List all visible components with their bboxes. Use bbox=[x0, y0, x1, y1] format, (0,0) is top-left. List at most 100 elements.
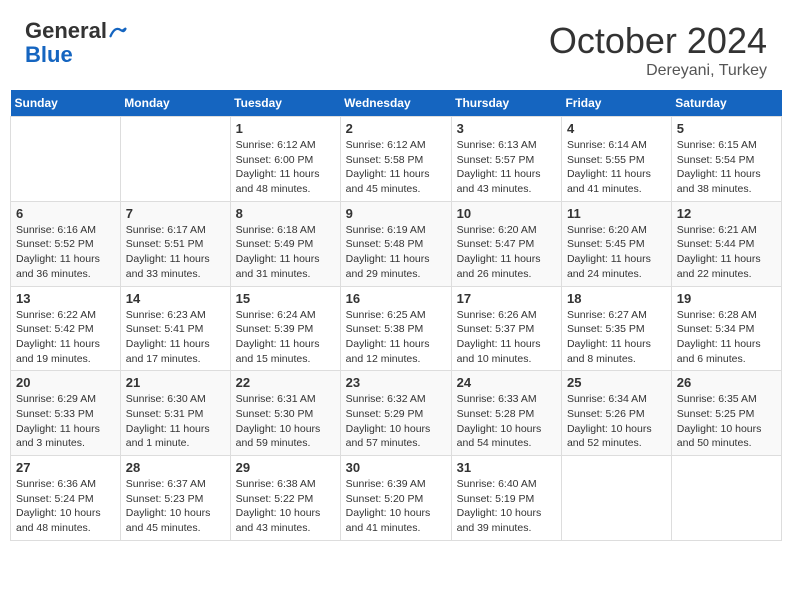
calendar-cell: 31 Sunrise: 6:40 AMSunset: 5:19 PMDayligh… bbox=[451, 456, 561, 541]
logo: General Blue bbox=[25, 20, 127, 68]
calendar-cell: 3 Sunrise: 6:13 AMSunset: 5:57 PMDaylight… bbox=[451, 117, 561, 202]
day-number: 5 bbox=[677, 121, 776, 136]
day-info: Sunrise: 6:12 AMSunset: 6:00 PMDaylight:… bbox=[236, 138, 335, 197]
calendar-cell: 21 Sunrise: 6:30 AMSunset: 5:31 PMDayligh… bbox=[120, 371, 230, 456]
calendar-cell: 14 Sunrise: 6:23 AMSunset: 5:41 PMDayligh… bbox=[120, 286, 230, 371]
calendar-cell: 29Sunrise: 6:38 AMSunset: 5:22 PMDayligh… bbox=[230, 456, 340, 541]
day-info: Sunrise: 6:21 AMSunset: 5:44 PMDaylight:… bbox=[677, 223, 776, 282]
calendar-cell bbox=[11, 117, 121, 202]
calendar-cell: 20 Sunrise: 6:29 AMSunset: 5:33 PMDayligh… bbox=[11, 371, 121, 456]
day-info: Sunrise: 6:20 AMSunset: 5:47 PMDaylight:… bbox=[457, 223, 556, 282]
col-header-friday: Friday bbox=[561, 90, 671, 117]
day-number: 11 bbox=[567, 206, 666, 221]
day-info: Sunrise: 6:22 AMSunset: 5:42 PMDaylight:… bbox=[16, 308, 115, 367]
calendar-cell: 16 Sunrise: 6:25 AMSunset: 5:38 PMDayligh… bbox=[340, 286, 451, 371]
calendar-cell: 24 Sunrise: 6:33 AMSunset: 5:28 PMDayligh… bbox=[451, 371, 561, 456]
day-info: Sunrise: 6:26 AMSunset: 5:37 PMDaylight:… bbox=[457, 308, 556, 367]
day-info: Sunrise: 6:37 AMSunset: 5:23 PMDaylight:… bbox=[126, 477, 225, 536]
calendar-cell: 2Sunrise: 6:12 AMSunset: 5:58 PMDaylight… bbox=[340, 117, 451, 202]
day-number: 1 bbox=[236, 121, 335, 136]
calendar-cell: 7 Sunrise: 6:17 AMSunset: 5:51 PMDaylight… bbox=[120, 201, 230, 286]
day-info: Sunrise: 6:35 AMSunset: 5:25 PMDaylight:… bbox=[677, 392, 776, 451]
day-info: Sunrise: 6:31 AMSunset: 5:30 PMDaylight:… bbox=[236, 392, 335, 451]
day-number: 6 bbox=[16, 206, 115, 221]
calendar-cell: 5 Sunrise: 6:15 AMSunset: 5:54 PMDaylight… bbox=[671, 117, 781, 202]
day-number: 25 bbox=[567, 375, 666, 390]
day-info: Sunrise: 6:23 AMSunset: 5:41 PMDaylight:… bbox=[126, 308, 225, 367]
col-header-wednesday: Wednesday bbox=[340, 90, 451, 117]
calendar-week-row: 6 Sunrise: 6:16 AMSunset: 5:52 PMDaylight… bbox=[11, 201, 782, 286]
calendar-cell: 23 Sunrise: 6:32 AMSunset: 5:29 PMDayligh… bbox=[340, 371, 451, 456]
day-info: Sunrise: 6:15 AMSunset: 5:54 PMDaylight:… bbox=[677, 138, 776, 197]
day-number: 19 bbox=[677, 291, 776, 306]
day-number: 9 bbox=[346, 206, 446, 221]
day-number: 7 bbox=[126, 206, 225, 221]
day-number: 4 bbox=[567, 121, 666, 136]
day-info: Sunrise: 6:20 AMSunset: 5:45 PMDaylight:… bbox=[567, 223, 666, 282]
day-info: Sunrise: 6:28 AMSunset: 5:34 PMDaylight:… bbox=[677, 308, 776, 367]
day-info: Sunrise: 6:14 AMSunset: 5:55 PMDaylight:… bbox=[567, 138, 666, 197]
calendar-week-row: 27 Sunrise: 6:36 AMSunset: 5:24 PMDayligh… bbox=[11, 456, 782, 541]
calendar-header-row: SundayMondayTuesdayWednesdayThursdayFrid… bbox=[11, 90, 782, 117]
title-block: October 2024 Dereyani, Turkey bbox=[549, 20, 767, 80]
day-info: Sunrise: 6:34 AMSunset: 5:26 PMDaylight:… bbox=[567, 392, 666, 451]
day-info: Sunrise: 6:27 AMSunset: 5:35 PMDaylight:… bbox=[567, 308, 666, 367]
day-number: 14 bbox=[126, 291, 225, 306]
calendar-week-row: 20 Sunrise: 6:29 AMSunset: 5:33 PMDayligh… bbox=[11, 371, 782, 456]
day-number: 27 bbox=[16, 460, 115, 475]
day-number: 10 bbox=[457, 206, 556, 221]
day-info: Sunrise: 6:16 AMSunset: 5:52 PMDaylight:… bbox=[16, 223, 115, 282]
calendar-cell: 28Sunrise: 6:37 AMSunset: 5:23 PMDayligh… bbox=[120, 456, 230, 541]
calendar-cell: 17Sunrise: 6:26 AMSunset: 5:37 PMDayligh… bbox=[451, 286, 561, 371]
day-info: Sunrise: 6:24 AMSunset: 5:39 PMDaylight:… bbox=[236, 308, 335, 367]
col-header-saturday: Saturday bbox=[671, 90, 781, 117]
day-info: Sunrise: 6:40 AMSunset: 5:19 PMDaylight:… bbox=[457, 477, 556, 536]
day-info: Sunrise: 6:30 AMSunset: 5:31 PMDaylight:… bbox=[126, 392, 225, 451]
day-info: Sunrise: 6:32 AMSunset: 5:29 PMDaylight:… bbox=[346, 392, 446, 451]
calendar-cell: 25 Sunrise: 6:34 AMSunset: 5:26 PMDayligh… bbox=[561, 371, 671, 456]
calendar-cell: 11 Sunrise: 6:20 AMSunset: 5:45 PMDayligh… bbox=[561, 201, 671, 286]
day-info: Sunrise: 6:13 AMSunset: 5:57 PMDaylight:… bbox=[457, 138, 556, 197]
day-info: Sunrise: 6:29 AMSunset: 5:33 PMDaylight:… bbox=[16, 392, 115, 451]
logo-icon bbox=[109, 22, 127, 40]
calendar-cell: 8Sunrise: 6:18 AMSunset: 5:49 PMDaylight… bbox=[230, 201, 340, 286]
day-number: 31 bbox=[457, 460, 556, 475]
day-number: 3 bbox=[457, 121, 556, 136]
day-number: 21 bbox=[126, 375, 225, 390]
day-number: 20 bbox=[16, 375, 115, 390]
day-number: 2 bbox=[346, 121, 446, 136]
day-number: 15 bbox=[236, 291, 335, 306]
day-info: Sunrise: 6:38 AMSunset: 5:22 PMDaylight:… bbox=[236, 477, 335, 536]
calendar-cell: 1 Sunrise: 6:12 AMSunset: 6:00 PMDaylight… bbox=[230, 117, 340, 202]
calendar-cell: 6 Sunrise: 6:16 AMSunset: 5:52 PMDaylight… bbox=[11, 201, 121, 286]
calendar-cell: 9Sunrise: 6:19 AMSunset: 5:48 PMDaylight… bbox=[340, 201, 451, 286]
location: Dereyani, Turkey bbox=[549, 62, 767, 80]
day-number: 30 bbox=[346, 460, 446, 475]
day-info: Sunrise: 6:33 AMSunset: 5:28 PMDaylight:… bbox=[457, 392, 556, 451]
calendar-cell: 10 Sunrise: 6:20 AMSunset: 5:47 PMDayligh… bbox=[451, 201, 561, 286]
calendar-cell bbox=[671, 456, 781, 541]
day-info: Sunrise: 6:36 AMSunset: 5:24 PMDaylight:… bbox=[16, 477, 115, 536]
day-number: 13 bbox=[16, 291, 115, 306]
calendar-week-row: 1 Sunrise: 6:12 AMSunset: 6:00 PMDaylight… bbox=[11, 117, 782, 202]
calendar-cell: 26 Sunrise: 6:35 AMSunset: 5:25 PMDayligh… bbox=[671, 371, 781, 456]
calendar-cell: 27 Sunrise: 6:36 AMSunset: 5:24 PMDayligh… bbox=[11, 456, 121, 541]
day-info: Sunrise: 6:18 AMSunset: 5:49 PMDaylight:… bbox=[236, 223, 335, 282]
calendar-cell: 13 Sunrise: 6:22 AMSunset: 5:42 PMDayligh… bbox=[11, 286, 121, 371]
day-number: 26 bbox=[677, 375, 776, 390]
calendar-cell: 18 Sunrise: 6:27 AMSunset: 5:35 PMDayligh… bbox=[561, 286, 671, 371]
day-number: 16 bbox=[346, 291, 446, 306]
day-info: Sunrise: 6:25 AMSunset: 5:38 PMDaylight:… bbox=[346, 308, 446, 367]
logo-blue-text: Blue bbox=[25, 42, 73, 68]
col-header-monday: Monday bbox=[120, 90, 230, 117]
day-number: 23 bbox=[346, 375, 446, 390]
logo-general-text: General bbox=[25, 20, 107, 42]
day-number: 12 bbox=[677, 206, 776, 221]
calendar-table: SundayMondayTuesdayWednesdayThursdayFrid… bbox=[10, 90, 782, 541]
day-number: 24 bbox=[457, 375, 556, 390]
calendar-cell: 30Sunrise: 6:39 AMSunset: 5:20 PMDayligh… bbox=[340, 456, 451, 541]
calendar-week-row: 13 Sunrise: 6:22 AMSunset: 5:42 PMDayligh… bbox=[11, 286, 782, 371]
day-number: 18 bbox=[567, 291, 666, 306]
calendar-cell bbox=[120, 117, 230, 202]
day-info: Sunrise: 6:17 AMSunset: 5:51 PMDaylight:… bbox=[126, 223, 225, 282]
